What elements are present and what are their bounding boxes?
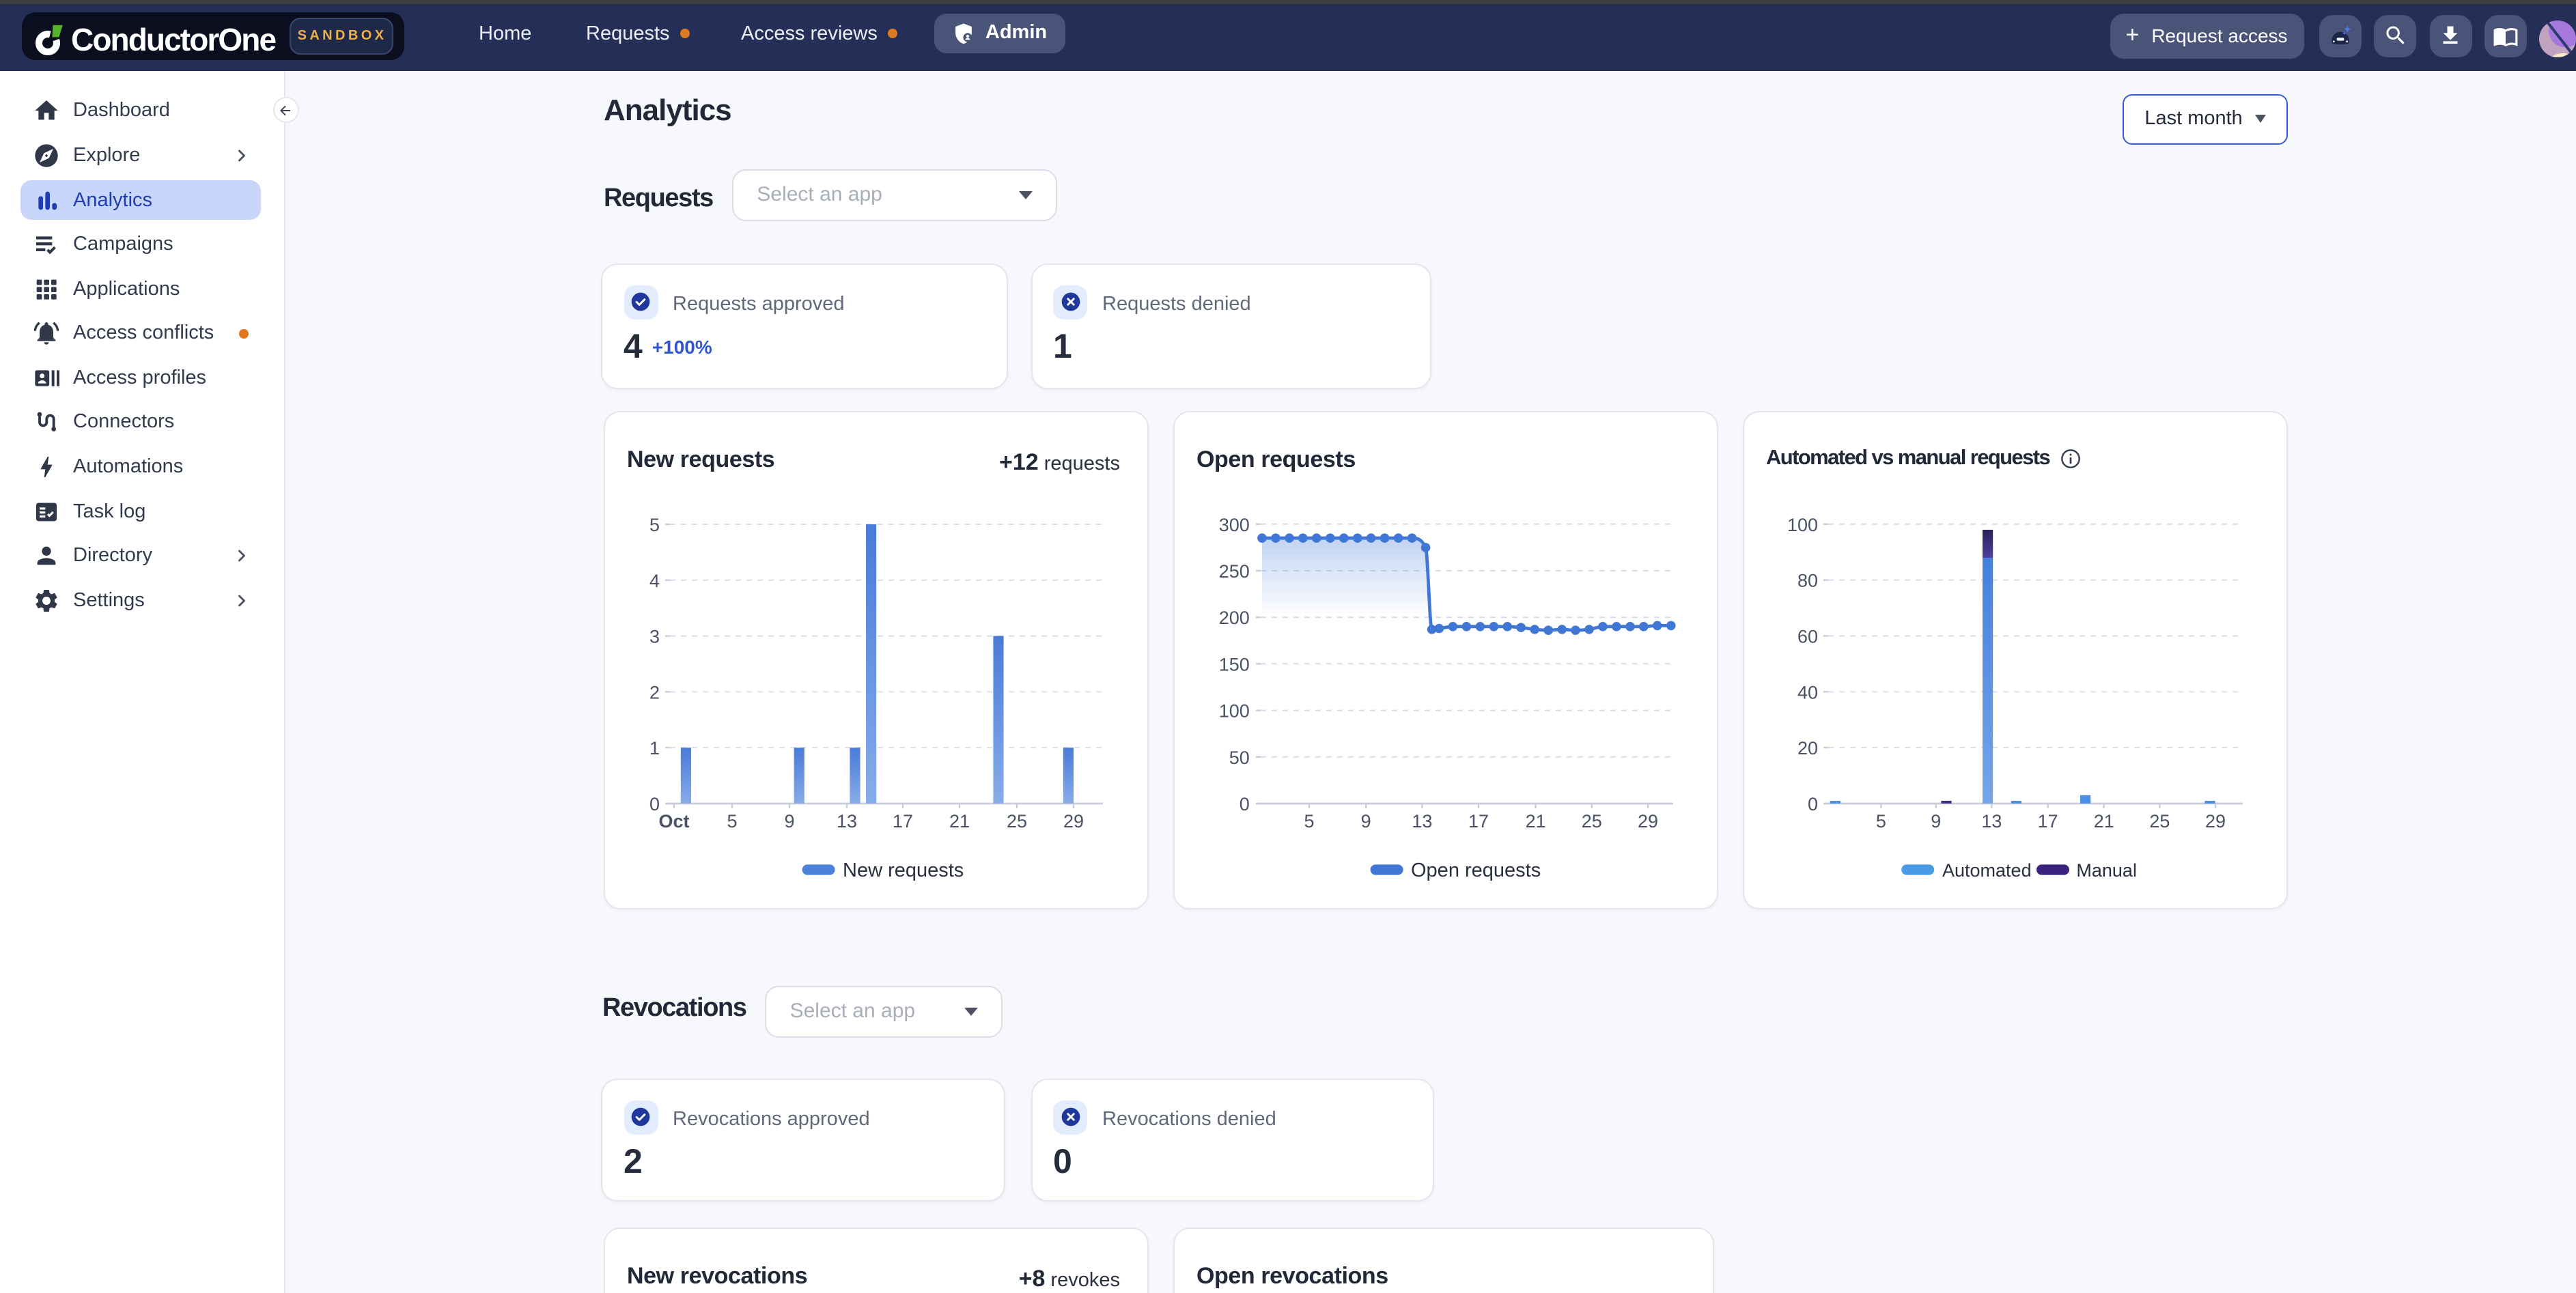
svg-text:17: 17 xyxy=(2037,811,2058,832)
svg-text:29: 29 xyxy=(1637,811,1657,832)
svg-text:29: 29 xyxy=(1063,811,1083,832)
svg-text:0: 0 xyxy=(1807,794,1817,814)
svg-text:150: 150 xyxy=(1218,654,1249,674)
svg-text:25: 25 xyxy=(2148,811,2169,832)
svg-text:9: 9 xyxy=(1930,811,1940,832)
svg-text:17: 17 xyxy=(1468,811,1488,832)
svg-text:25: 25 xyxy=(1006,811,1026,832)
svg-text:Open requests: Open requests xyxy=(1410,859,1540,881)
svg-text:New requests: New requests xyxy=(842,859,963,881)
svg-text:2: 2 xyxy=(649,682,659,702)
svg-text:3: 3 xyxy=(649,627,659,647)
svg-text:40: 40 xyxy=(1797,682,1817,702)
svg-text:5: 5 xyxy=(726,811,736,832)
svg-text:0: 0 xyxy=(1239,794,1249,814)
svg-text:250: 250 xyxy=(1218,561,1249,582)
svg-text:200: 200 xyxy=(1218,608,1249,628)
svg-text:80: 80 xyxy=(1797,571,1817,591)
svg-text:29: 29 xyxy=(2204,811,2225,832)
svg-text:5: 5 xyxy=(649,515,659,535)
svg-text:9: 9 xyxy=(1360,811,1371,832)
svg-text:1: 1 xyxy=(649,738,659,758)
svg-text:21: 21 xyxy=(2093,811,2114,832)
svg-text:20: 20 xyxy=(1797,738,1817,758)
svg-text:13: 13 xyxy=(1411,811,1431,832)
svg-text:50: 50 xyxy=(1229,748,1249,768)
svg-text:13: 13 xyxy=(836,811,856,832)
svg-text:Automated: Automated xyxy=(1942,860,2031,881)
svg-text:5: 5 xyxy=(1303,811,1313,832)
svg-text:21: 21 xyxy=(1525,811,1545,832)
svg-text:Oct: Oct xyxy=(658,811,688,832)
svg-text:17: 17 xyxy=(892,811,912,832)
svg-text:60: 60 xyxy=(1797,626,1817,646)
svg-text:100: 100 xyxy=(1218,701,1249,722)
svg-text:13: 13 xyxy=(1980,811,2001,832)
svg-text:21: 21 xyxy=(949,811,969,832)
svg-text:4: 4 xyxy=(649,571,659,591)
svg-text:25: 25 xyxy=(1581,811,1601,832)
svg-text:5: 5 xyxy=(1875,811,1886,832)
svg-text:9: 9 xyxy=(783,811,794,832)
svg-text:Manual: Manual xyxy=(2075,860,2136,881)
svg-text:300: 300 xyxy=(1218,515,1249,535)
svg-text:100: 100 xyxy=(1787,515,1817,535)
